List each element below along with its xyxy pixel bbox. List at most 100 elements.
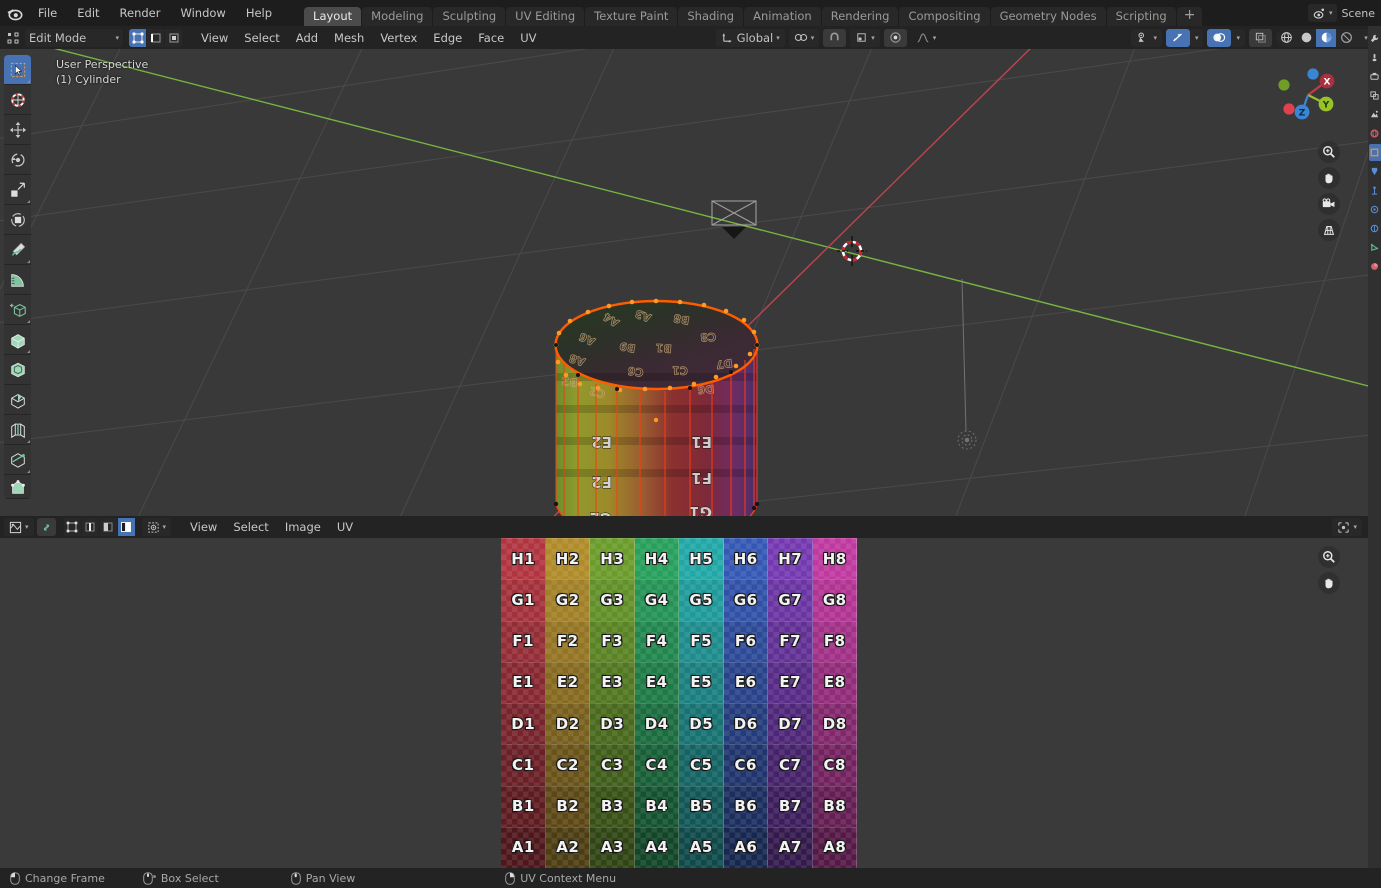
uv-grid-image[interactable]: H1 H2 H3 H4 H5 H6 H7 H8 G1 G2 G3 G4 G5 G6 G7 G8 F1 F2 F3 F4… — [501, 538, 857, 868]
uv-grid-cell[interactable]: C4 — [634, 744, 679, 786]
uv-grid-cell[interactable]: D2 — [545, 703, 590, 745]
uv-menu-image[interactable]: Image — [277, 518, 329, 536]
constraint-properties-tab[interactable] — [1369, 220, 1381, 237]
menu-window[interactable]: Window — [170, 0, 235, 26]
measure-tool-button[interactable] — [4, 265, 31, 295]
gizmo-toggle-button[interactable] — [1165, 28, 1190, 47]
inset-faces-tool-button[interactable] — [4, 355, 31, 385]
uv-grid-cell[interactable]: G3 — [590, 579, 635, 621]
wireframe-shading-button[interactable] — [1276, 29, 1296, 47]
tab-modeling[interactable]: Modeling — [362, 7, 433, 26]
overlays-toggle-button[interactable] — [1207, 28, 1232, 47]
uv-grid-cell[interactable]: C6 — [723, 744, 768, 786]
material-preview-shading-button[interactable] — [1316, 28, 1336, 47]
uv-grid-cell[interactable]: G7 — [768, 579, 813, 621]
uv-island-select-button[interactable] — [117, 518, 135, 536]
uv-face-select-button[interactable] — [99, 518, 117, 536]
tab-texture-paint[interactable]: Texture Paint — [585, 7, 678, 26]
zoom-view-button[interactable] — [1318, 141, 1340, 163]
uv-grid-cell[interactable]: C2 — [545, 744, 590, 786]
uv-grid-cell[interactable]: C7 — [768, 744, 813, 786]
uv-grid-cell[interactable]: G4 — [634, 579, 679, 621]
uv-grid-cell[interactable]: G1 — [501, 579, 546, 621]
uv-grid-cell[interactable]: B1 — [501, 785, 546, 827]
menu-file[interactable]: File — [28, 0, 67, 26]
snap-toggle-button[interactable] — [823, 28, 847, 47]
uv-vertex-select-button[interactable] — [63, 518, 81, 536]
modifier-properties-tab[interactable] — [1369, 163, 1381, 180]
sticky-selection-select[interactable]: ▾ — [141, 518, 172, 536]
menu-edit[interactable]: Edit — [67, 0, 109, 26]
tab-sculpting[interactable]: Sculpting — [433, 7, 506, 26]
uv-grid-cell[interactable]: D8 — [812, 703, 857, 745]
uv-grid-cell[interactable]: C5 — [679, 744, 724, 786]
uv-grid-cell[interactable]: D1 — [501, 703, 546, 745]
gizmo-settings-dropdown[interactable]: ▾ — [1189, 28, 1204, 47]
add-workspace-button[interactable]: + — [1176, 7, 1203, 26]
uv-grid-cell[interactable]: B8 — [812, 785, 857, 827]
scene-browse-button[interactable]: ▾ — [1307, 4, 1338, 22]
uv-grid-cell[interactable]: H1 — [501, 538, 546, 580]
uv-grid-cell[interactable]: H7 — [768, 538, 813, 580]
pan-uv-button[interactable] — [1318, 572, 1340, 594]
viewport-menu-edge[interactable]: Edge — [425, 29, 470, 47]
particle-properties-tab[interactable] — [1369, 182, 1381, 199]
uv-edge-select-button[interactable] — [81, 518, 99, 536]
uv-grid-cell[interactable]: D6 — [723, 703, 768, 745]
uv-grid-cell[interactable]: F4 — [634, 620, 679, 662]
object-properties-tab[interactable] — [1368, 144, 1381, 161]
uv-grid-cell[interactable]: A2 — [545, 826, 590, 868]
proportional-falloff-select[interactable]: ▾ — [911, 29, 942, 47]
uv-grid-cell[interactable]: C3 — [590, 744, 635, 786]
view-layer-properties-tab[interactable] — [1369, 87, 1381, 104]
uv-grid-cell[interactable]: E6 — [723, 661, 768, 703]
blender-logo-icon[interactable] — [0, 0, 28, 26]
uv-grid-cell[interactable]: A4 — [634, 826, 679, 868]
uv-menu-uv[interactable]: UV — [329, 518, 361, 536]
extrude-region-tool-button[interactable] — [4, 325, 31, 355]
menu-help[interactable]: Help — [236, 0, 282, 26]
uv-menu-view[interactable]: View — [182, 518, 225, 536]
rotate-tool-button[interactable] — [4, 145, 31, 175]
interaction-mode-select[interactable]: Edit Mode ▾ — [25, 28, 123, 47]
tweak-tool-button[interactable] — [4, 55, 31, 85]
editor-type-select[interactable]: ▾ — [4, 518, 34, 536]
3d-viewport[interactable]: B2 A8 A6 A4 A3 B8 C8 D7 D6 B1 B9 C6 C1 C… — [0, 49, 1368, 516]
uv-grid-cell[interactable]: F1 — [501, 620, 546, 662]
uv-grid-cell[interactable]: B6 — [723, 785, 768, 827]
viewport-menu-add[interactable]: Add — [288, 29, 326, 47]
render-properties-tab[interactable] — [1369, 49, 1381, 66]
knife-tool-button[interactable] — [4, 445, 31, 475]
uv-editor[interactable]: H1 H2 H3 H4 H5 H6 H7 H8 G1 G2 G3 G4 G5 G6 G7 G8 F1 F2 F3 F4… — [0, 538, 1368, 868]
viewport-menu-vertex[interactable]: Vertex — [372, 29, 425, 47]
uv-sync-selection-button[interactable] — [36, 518, 56, 536]
navigation-gizmo[interactable]: X Y Z — [1270, 57, 1346, 133]
uv-grid-cell[interactable]: A7 — [768, 826, 813, 868]
uv-grid-cell[interactable]: H5 — [679, 538, 724, 580]
uv-grid-cell[interactable]: F8 — [812, 620, 857, 662]
snap-to-select[interactable]: ▾ — [850, 28, 880, 47]
uv-grid-cell[interactable]: F2 — [545, 620, 590, 662]
zoom-uv-button[interactable] — [1318, 546, 1340, 568]
pan-view-button[interactable] — [1318, 167, 1340, 189]
face-select-mode-button[interactable] — [165, 28, 182, 47]
tab-layout[interactable]: Layout — [304, 7, 362, 26]
tab-rendering[interactable]: Rendering — [821, 7, 899, 26]
tab-scripting[interactable]: Scripting — [1106, 7, 1176, 26]
scale-tool-button[interactable] — [4, 175, 31, 205]
object-data-properties-tab[interactable] — [1369, 239, 1381, 256]
uv-grid-cell[interactable]: D3 — [590, 703, 635, 745]
visibility-select[interactable]: ▾ — [1131, 28, 1162, 47]
xray-toggle-button[interactable] — [1249, 28, 1272, 47]
cursor-tool-button[interactable] — [4, 85, 31, 115]
transform-tool-button[interactable] — [4, 205, 31, 235]
tool-properties-tab[interactable] — [1369, 30, 1381, 47]
uv-grid-cell[interactable]: A8 — [812, 826, 857, 868]
uv-grid-cell[interactable]: B3 — [590, 785, 635, 827]
viewport-menu-view[interactable]: View — [193, 29, 236, 47]
uv-grid-cell[interactable]: H2 — [545, 538, 590, 580]
tab-geometry-nodes[interactable]: Geometry Nodes — [990, 7, 1106, 26]
tab-compositing[interactable]: Compositing — [899, 7, 990, 26]
uv-grid-cell[interactable]: H4 — [634, 538, 679, 580]
uv-grid-cell[interactable]: G5 — [679, 579, 724, 621]
